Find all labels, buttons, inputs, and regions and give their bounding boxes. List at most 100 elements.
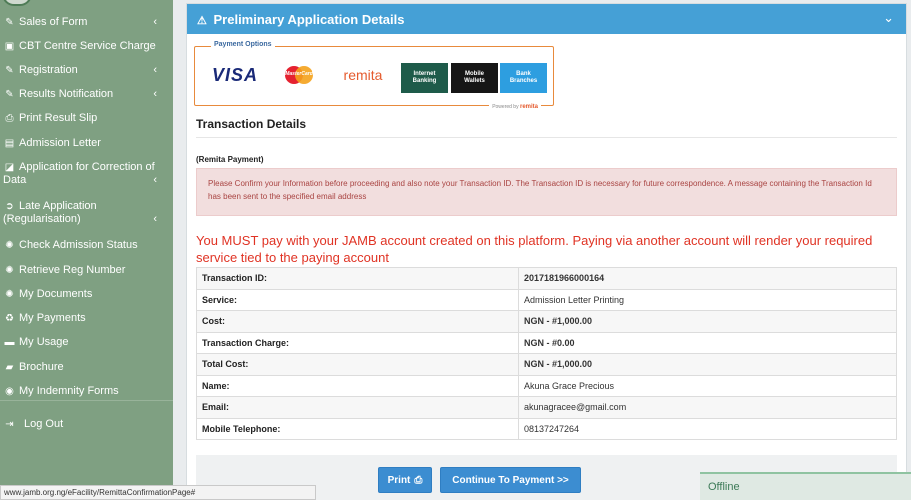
payment-options-title: Payment Options: [211, 41, 275, 48]
remita-logo: remita: [343, 67, 383, 83]
edit-icon: ✎: [5, 17, 14, 28]
sidebar-item-label: Print Result Slip: [19, 112, 98, 124]
info-circle-icon: ◉: [5, 386, 14, 397]
gear-icon: ✺: [5, 289, 14, 300]
sidebar-item-registration[interactable]: ✎ Registration ‹: [0, 64, 173, 77]
sidebar-item-label-line2: Data: [3, 174, 27, 186]
row-label: Transaction Charge:: [196, 331, 519, 354]
row-label: Transaction ID:: [196, 267, 519, 290]
transaction-table: Transaction ID: 2017181966000164 Service…: [196, 267, 897, 440]
print-button-label: Print: [387, 474, 411, 486]
sidebar-item-application-for-correction[interactable]: ◪ Application for Correction of Data ‹: [0, 161, 173, 187]
panel-title: Preliminary Application Details: [213, 12, 405, 27]
sidebar-item-label: Sales of Form: [19, 16, 88, 28]
sidebar-divider: [0, 400, 173, 401]
sidebar-item-label: Registration: [19, 64, 78, 76]
table-row: Transaction Charge: NGN - #0.00: [196, 331, 897, 354]
sidebar-item-label: Admission Letter: [19, 137, 101, 149]
print-icon: ⎙: [414, 474, 423, 486]
sidebar-item-label: Late Application: [19, 200, 97, 212]
sidebar-item-my-usage[interactable]: ▬ My Usage: [0, 336, 173, 349]
jamb-logo: [2, 0, 32, 6]
chat-status-widget[interactable]: Offline: [700, 472, 911, 500]
mobile-wallets-tile: Mobile Wallets: [451, 63, 498, 93]
chevron-left-icon: ‹: [153, 64, 157, 76]
sidebar-item-label: Application for Correction of: [19, 161, 155, 173]
sidebar-item-brochure[interactable]: ▰ Brochure: [0, 361, 173, 374]
sidebar-item-my-indemnity-forms[interactable]: ◉ My Indemnity Forms: [0, 385, 173, 398]
row-label: Name:: [196, 374, 519, 397]
sidebar-item-label: CBT Centre Service Charge: [19, 40, 156, 52]
table-row: Mobile Telephone: 08137247264: [196, 417, 897, 440]
payment-options-banner: Payment Options VISA MasterCard remita I…: [194, 41, 554, 110]
sidebar-item-log-out[interactable]: ⇥ Log Out: [0, 418, 173, 431]
sidebar-item-label: My Indemnity Forms: [19, 385, 119, 397]
sidebar: ✎ Sales of Form ‹ ▣ CBT Centre Service Cha…: [0, 0, 173, 500]
table-row: Transaction ID: 2017181966000164: [196, 267, 897, 290]
gear-icon: ✺: [5, 240, 14, 251]
row-label: Email:: [196, 396, 519, 419]
chevron-left-icon: ‹: [153, 174, 157, 186]
sidebar-item-check-admission-status[interactable]: ✺ Check Admission Status: [0, 239, 173, 252]
sidebar-item-label: Retrieve Reg Number: [19, 264, 126, 276]
mobile-telephone-value: 08137247264: [518, 417, 897, 440]
sign-out-icon: ⇥: [5, 419, 14, 430]
total-cost-value: NGN - #1,000.00: [518, 353, 897, 376]
panel-header[interactable]: ⚠ Preliminary Application Details ⌄: [187, 4, 906, 34]
chevron-left-icon: ‹: [153, 88, 157, 100]
print-button[interactable]: Print ⎙: [378, 467, 432, 493]
powered-by-remita: Powered by remita: [489, 104, 541, 110]
bank-branches-tile: Bank Branches: [500, 63, 547, 93]
sidebar-item-admission-letter[interactable]: ▤ Admission Letter: [0, 137, 173, 150]
transaction-charge-value: NGN - #0.00: [518, 331, 897, 354]
table-row: Service: Admission Letter Printing: [196, 288, 897, 311]
edit-icon: ✎: [5, 65, 14, 76]
sidebar-item-label: Check Admission Status: [19, 239, 138, 251]
sidebar-item-label: Log Out: [24, 418, 64, 430]
mastercard-logo: MasterCard: [279, 59, 319, 91]
chevron-left-icon: ‹: [153, 213, 157, 225]
book-icon: ▰: [5, 362, 14, 373]
sidebar-item-late-application[interactable]: ➲ Late Application (Regularisation) ‹: [0, 200, 173, 226]
status-bar-url: www.jamb.org.ng/eFacility/RemittaConfirm…: [0, 485, 316, 500]
transaction-details-heading: Transaction Details: [196, 117, 307, 131]
internet-banking-tile: Internet Banking: [401, 63, 448, 93]
table-row: Cost: NGN - #1,000.00: [196, 310, 897, 333]
sidebar-item-cbt-centre-service-charge[interactable]: ▣ CBT Centre Service Charge: [0, 40, 173, 53]
cart-icon: ▬: [4, 337, 15, 348]
row-label: Total Cost:: [196, 353, 519, 376]
print-icon: ⎙: [5, 113, 14, 124]
payment-method-label: (Remita Payment): [196, 155, 264, 164]
transaction-id-value: 2017181966000164: [518, 267, 897, 290]
table-row: Total Cost: NGN - #1,000.00: [196, 353, 897, 376]
cost-value: NGN - #1,000.00: [518, 310, 897, 333]
confirmation-alert: Please Confirm your Information before p…: [196, 168, 897, 216]
sidebar-item-label: Brochure: [19, 361, 64, 373]
gear-icon: ✺: [5, 265, 14, 276]
section-divider: [196, 137, 897, 138]
continue-to-payment-button[interactable]: Continue To Payment >>: [440, 467, 581, 493]
sidebar-item-label: My Usage: [19, 336, 69, 348]
chevron-left-icon: ‹: [153, 16, 157, 28]
chevron-down-icon[interactable]: ⌄: [883, 10, 894, 26]
money-icon: ▣: [4, 41, 15, 52]
recycle-icon: ♻: [5, 313, 14, 324]
sidebar-item-results-notification[interactable]: ✎ Results Notification ‹: [0, 88, 173, 101]
edit-icon: ✎: [5, 89, 14, 100]
account-warning-text: You MUST pay with your JAMB account crea…: [196, 233, 873, 265]
sidebar-item-retrieve-reg-number[interactable]: ✺ Retrieve Reg Number: [0, 264, 173, 277]
row-label: Service:: [196, 288, 519, 311]
visa-logo: VISA: [211, 64, 258, 85]
arrow-circle-icon: ➲: [5, 201, 14, 212]
email-value: akunagracee@gmail.com: [518, 396, 897, 419]
name-value: Akuna Grace Precious: [518, 374, 897, 397]
row-label: Cost:: [196, 310, 519, 333]
sidebar-item-sales-of-form[interactable]: ✎ Sales of Form ‹: [0, 16, 173, 29]
sidebar-item-print-result-slip[interactable]: ⎙ Print Result Slip: [0, 112, 173, 125]
table-row: Name: Akuna Grace Precious: [196, 374, 897, 397]
sidebar-item-my-payments[interactable]: ♻ My Payments: [0, 312, 173, 325]
service-value: Admission Letter Printing: [518, 288, 897, 311]
document-icon: ▤: [4, 138, 15, 149]
edit-square-icon: ◪: [4, 162, 15, 173]
sidebar-item-my-documents[interactable]: ✺ My Documents: [0, 288, 173, 301]
